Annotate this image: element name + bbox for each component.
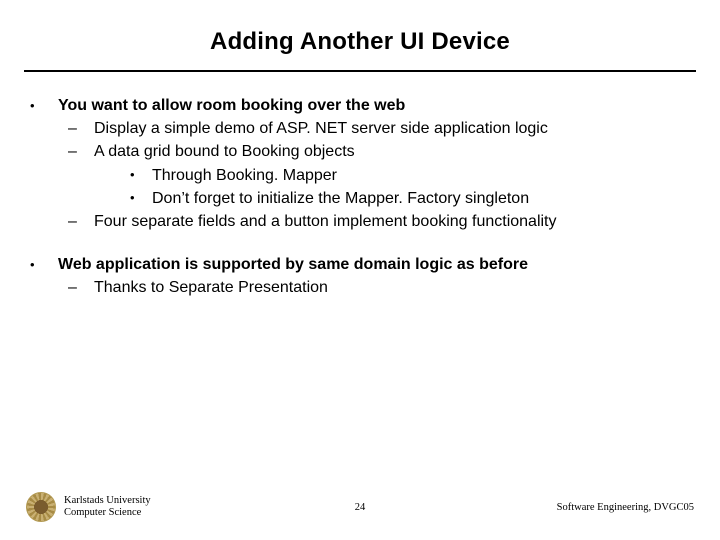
bullet-icon: • — [30, 253, 58, 299]
slide: Adding Another UI Device • You want to a… — [0, 0, 720, 540]
bullet-1-sub-3: – Four separate fields and a button impl… — [58, 210, 696, 233]
dot-icon: • — [130, 164, 152, 187]
university-logo-icon — [26, 492, 56, 522]
bullet-1-sub-2a-text: Through Booking. Mapper — [152, 164, 696, 187]
dash-icon: – — [68, 117, 94, 140]
dash-icon: – — [68, 210, 94, 233]
bullet-2: • Web application is supported by same d… — [30, 253, 696, 299]
slide-title: Adding Another UI Device — [24, 28, 696, 70]
footer-left: Karlstads University Computer Science — [26, 492, 330, 522]
institution: Karlstads University Computer Science — [64, 495, 151, 519]
bullet-2-sub-1-text: Thanks to Separate Presentation — [94, 276, 696, 299]
bullet-1-sub-1: – Display a simple demo of ASP. NET serv… — [58, 117, 696, 140]
bullet-1: • You want to allow room booking over th… — [30, 94, 696, 233]
bullet-1-sub-2a: • Through Booking. Mapper — [94, 164, 696, 187]
page-number: 24 — [330, 502, 390, 513]
bullet-1-sub-2b: • Don’t forget to initialize the Mapper.… — [94, 187, 696, 210]
dash-icon: – — [68, 140, 94, 210]
slide-footer: Karlstads University Computer Science 24… — [0, 492, 720, 522]
dash-icon: – — [68, 276, 94, 299]
bullet-1-sub-1-text: Display a simple demo of ASP. NET server… — [94, 117, 696, 140]
dot-icon: • — [130, 187, 152, 210]
institution-line-2: Computer Science — [64, 507, 151, 519]
course-code: Software Engineering, DVGC05 — [390, 502, 694, 513]
title-rule — [24, 70, 696, 72]
bullet-1-sub-2-text: A data grid bound to Booking objects — [94, 140, 696, 163]
bullet-1-sub-3-text: Four separate fields and a button implem… — [94, 210, 696, 233]
bullet-2-sub-1: – Thanks to Separate Presentation — [58, 276, 696, 299]
bullet-2-head: Web application is supported by same dom… — [58, 253, 696, 276]
bullet-1-head: You want to allow room booking over the … — [58, 94, 696, 117]
bullet-1-sub-2: – A data grid bound to Booking objects •… — [58, 140, 696, 210]
bullet-1-sub-2b-text: Don’t forget to initialize the Mapper. F… — [152, 187, 696, 210]
slide-content: • You want to allow room booking over th… — [24, 94, 696, 300]
institution-line-1: Karlstads University — [64, 495, 151, 507]
bullet-icon: • — [30, 94, 58, 233]
